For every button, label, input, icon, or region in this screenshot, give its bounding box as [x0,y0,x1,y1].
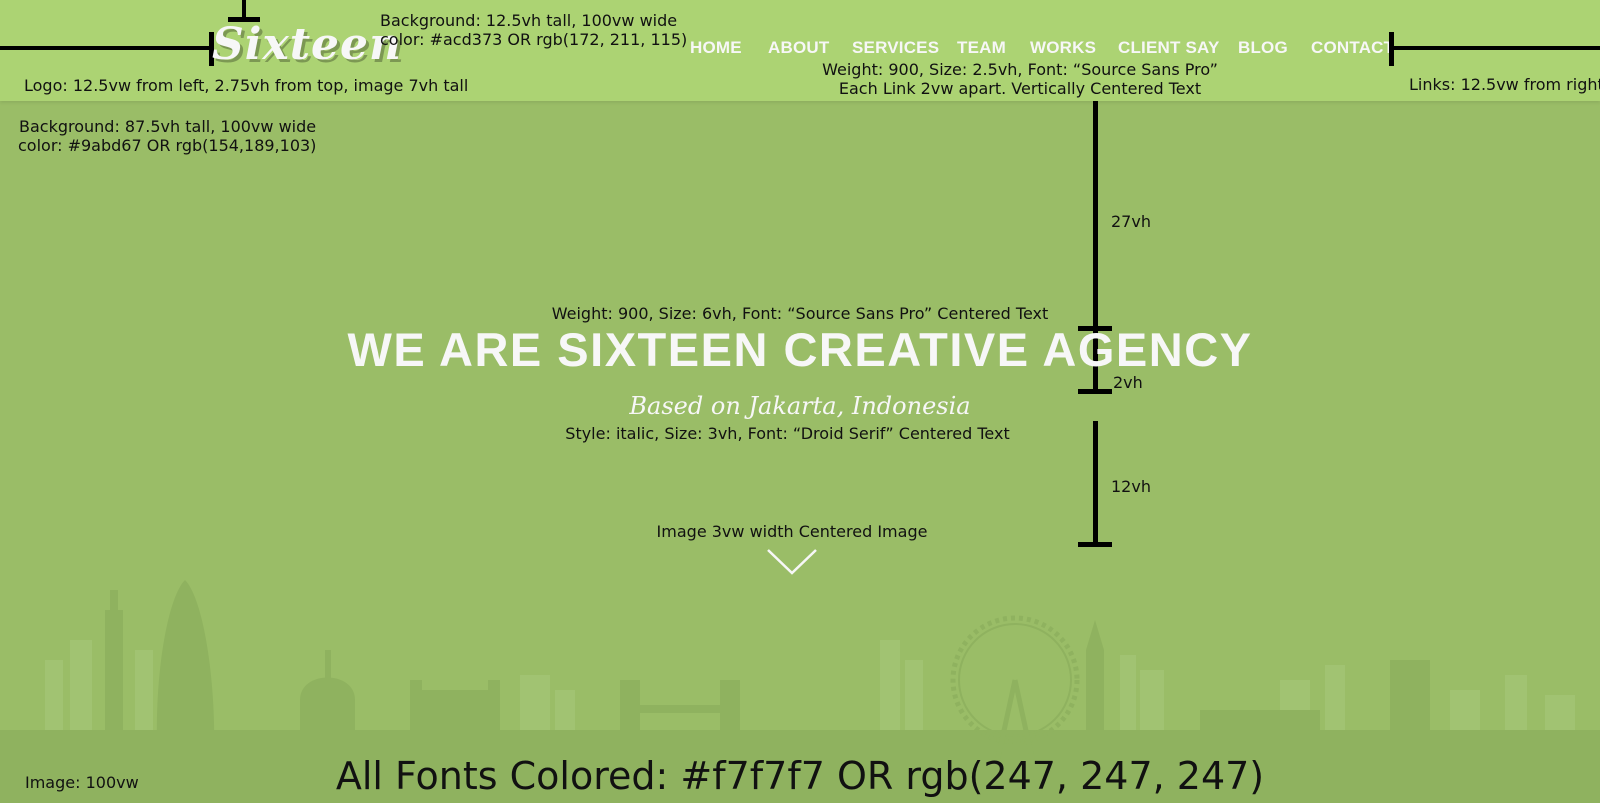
measure-line-links-right [1392,46,1600,50]
header-bg-note: Background: 12.5vh tall, 100vw wide colo… [380,11,688,49]
nav-blog[interactable]: BLOG [1238,38,1288,58]
measure-line-logo-left [0,46,212,50]
title-note: Weight: 900, Size: 6vh, Font: “Source Sa… [551,304,1049,323]
hero-subtitle: Based on Jakarta, Indonesia [629,392,971,420]
measure-line-27vh [1093,101,1098,328]
header-bg-note-line1: Background: 12.5vh tall, 100vw wide [380,11,678,30]
nav-note-line1: Weight: 900, Size: 2.5vh, Font: “Source … [822,60,1218,79]
logo[interactable]: Sixteen [212,20,402,70]
nav-note-line2: Each Link 2vw apart. Vertically Centered… [838,79,1202,98]
nav-note: Weight: 900, Size: 2.5vh, Font: “Source … [820,60,1220,98]
fonts-color-note: All Fonts Colored: #f7f7f7 OR rgb(247, 2… [335,754,1265,798]
nav-home[interactable]: HOME [690,38,742,58]
measure-label-12vh: 12vh [1111,477,1151,496]
measure-label-27vh: 27vh [1111,212,1151,231]
subtitle-note: Style: italic, Size: 3vh, Font: “Droid S… [565,424,1010,443]
hero-title: WE ARE SIXTEEN CREATIVE AGENCY [347,323,1253,376]
hero-bg-note-line1: Background: 87.5vh tall, 100vw wide [19,117,317,136]
header-bg-note-line2: color: #acd373 OR rgb(172, 211, 115) [380,30,688,49]
links-note: Links: 12.5vw from right [1409,75,1600,94]
logo-note: Logo: 12.5vw from left, 2.75vh from top,… [24,76,469,95]
nav-contact[interactable]: CONTACT [1311,38,1394,58]
nav-services[interactable]: SERVICES [852,38,939,58]
nav-works[interactable]: WORKS [1030,38,1096,58]
measure-tick-12vh [1078,542,1112,547]
nav-team[interactable]: TEAM [957,38,1006,58]
image-note: Image 3vw width Centered Image [656,522,928,541]
hero-bg-note-line2: color: #9abd67 OR rgb(154,189,103) [18,136,317,155]
chevron-down-icon[interactable] [766,548,818,576]
nav-client-say[interactable]: CLIENT SAY [1118,38,1220,58]
hero-bg-note: Background: 87.5vh tall, 100vw wide colo… [18,117,316,155]
nav-about[interactable]: ABOUT [768,38,829,58]
header: Sixteen Background: 12.5vh tall, 100vw w… [0,0,1600,101]
